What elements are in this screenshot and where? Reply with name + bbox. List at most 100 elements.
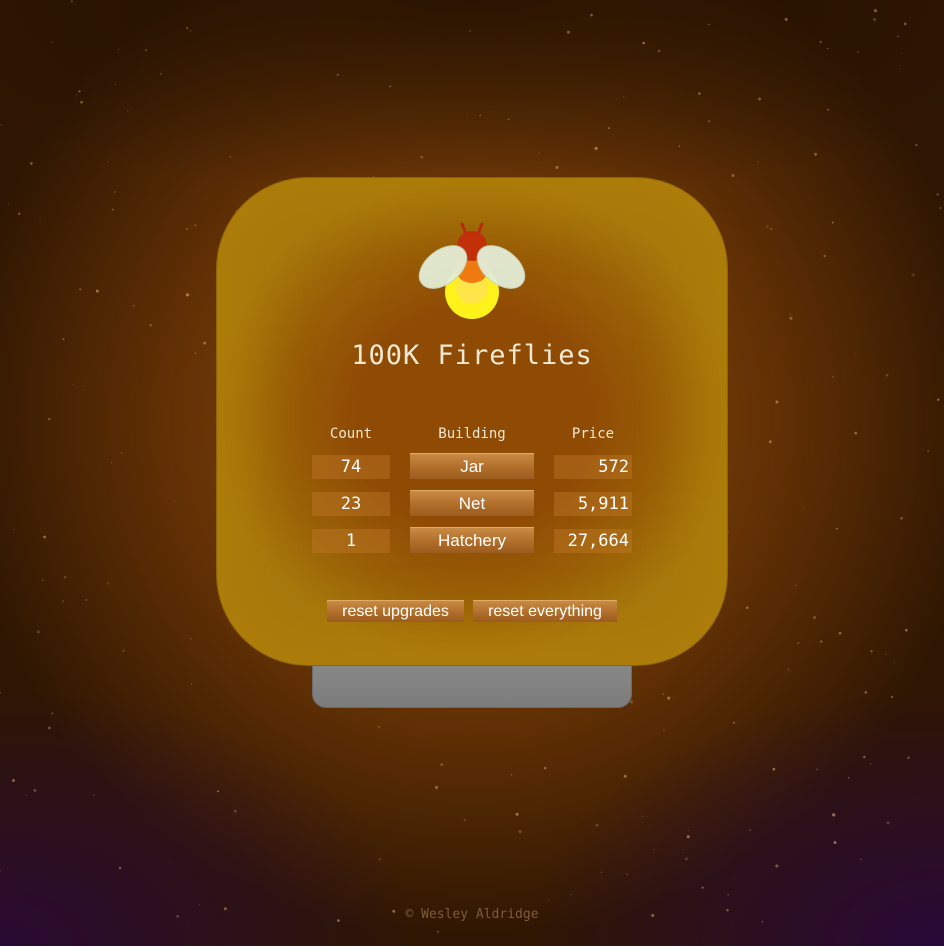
star xyxy=(936,193,939,196)
star xyxy=(832,376,834,378)
star xyxy=(726,908,729,912)
star xyxy=(83,389,85,391)
star xyxy=(30,162,33,165)
star xyxy=(51,712,54,715)
star xyxy=(770,227,772,230)
star xyxy=(863,755,866,759)
star xyxy=(149,324,152,327)
star xyxy=(469,30,471,32)
star xyxy=(13,529,15,531)
star xyxy=(555,166,559,169)
star xyxy=(80,100,83,104)
star xyxy=(731,174,735,177)
star xyxy=(42,579,44,581)
star xyxy=(727,893,730,896)
game-title: 100K Fireflies xyxy=(351,340,593,371)
star xyxy=(745,606,749,609)
star xyxy=(118,866,122,870)
star xyxy=(186,27,189,30)
count-hatchery: 1 xyxy=(312,529,390,553)
star xyxy=(687,829,689,831)
star xyxy=(870,763,872,765)
star xyxy=(831,221,834,224)
star xyxy=(223,907,227,911)
star xyxy=(642,815,644,817)
star xyxy=(899,68,901,70)
star xyxy=(198,904,201,906)
star xyxy=(897,35,899,38)
star xyxy=(682,849,685,851)
star xyxy=(820,640,823,643)
count-net: 23 xyxy=(312,492,390,516)
star xyxy=(507,117,510,121)
star xyxy=(33,788,37,792)
buy-hatchery-button[interactable]: Hatchery xyxy=(410,527,534,553)
star xyxy=(757,161,759,163)
star xyxy=(0,123,3,126)
price-hatchery: 27,664 xyxy=(554,529,632,553)
star xyxy=(903,22,907,26)
star xyxy=(544,766,547,770)
star xyxy=(708,120,710,122)
star xyxy=(854,431,858,435)
star xyxy=(761,921,764,923)
star xyxy=(114,83,116,85)
star xyxy=(76,93,78,95)
star xyxy=(106,582,110,585)
star xyxy=(48,417,51,421)
star xyxy=(85,599,88,601)
star xyxy=(420,155,423,159)
reset-upgrades-button[interactable]: reset upgrades xyxy=(327,600,464,622)
star xyxy=(112,208,114,211)
footer-credit: © Wesley Aldridge xyxy=(405,907,539,922)
star xyxy=(176,915,179,918)
star xyxy=(600,871,602,873)
star xyxy=(18,212,21,215)
price-jar: 572 xyxy=(554,455,632,479)
star xyxy=(120,451,123,454)
star xyxy=(663,729,665,731)
header-count: Count xyxy=(329,426,373,442)
star xyxy=(833,841,837,844)
reset-everything-button[interactable]: reset everything xyxy=(473,600,617,622)
star xyxy=(36,630,40,634)
star xyxy=(174,500,176,502)
star xyxy=(570,893,572,896)
star xyxy=(229,155,232,158)
header-price: Price xyxy=(571,426,615,442)
star xyxy=(890,695,894,699)
star xyxy=(440,763,444,766)
star xyxy=(548,898,550,901)
star xyxy=(838,631,842,635)
star xyxy=(595,823,599,827)
star xyxy=(378,857,382,861)
star xyxy=(873,18,876,21)
star xyxy=(190,683,193,685)
buy-jar-button[interactable]: Jar xyxy=(410,453,534,479)
star xyxy=(629,700,633,704)
star xyxy=(804,508,805,510)
star xyxy=(886,821,890,825)
star xyxy=(594,146,598,150)
price-net: 5,911 xyxy=(554,492,632,516)
star xyxy=(437,930,439,933)
buy-net-button[interactable]: Net xyxy=(410,490,534,516)
star xyxy=(847,776,850,779)
star xyxy=(859,858,862,861)
star xyxy=(626,873,629,876)
count-jar: 74 xyxy=(312,455,390,479)
star xyxy=(873,9,878,13)
star xyxy=(927,450,929,452)
star xyxy=(911,273,915,277)
star xyxy=(12,779,15,782)
star xyxy=(70,0,73,3)
star xyxy=(194,223,197,227)
star xyxy=(623,95,625,98)
star xyxy=(145,49,148,52)
star xyxy=(117,48,119,50)
star xyxy=(814,152,818,156)
star xyxy=(194,352,197,354)
firefly-icon[interactable] xyxy=(410,220,534,320)
star xyxy=(479,114,481,117)
star xyxy=(749,829,751,831)
